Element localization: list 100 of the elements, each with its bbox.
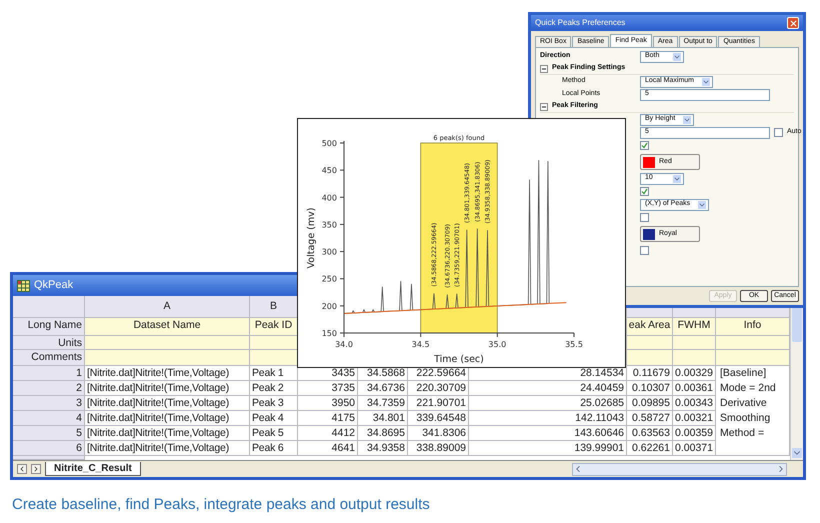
close-button[interactable] [787, 17, 799, 29]
table-cell: 0.00371 [673, 441, 716, 456]
table-cell [627, 336, 673, 350]
row-header: 2 [13, 381, 85, 396]
tick-label: 450 [322, 166, 337, 176]
table-cell: [Nitrite.dat]Nitrite!(Time,Voltage) [85, 426, 250, 441]
tick-label: 34.0 [335, 340, 353, 349]
row-header: Units [13, 336, 85, 350]
table-cell: 34.7359 [358, 396, 408, 411]
table-cell: Peak 1 [250, 366, 298, 381]
chevron-down-icon [702, 78, 710, 86]
row-header [13, 456, 85, 460]
tick-label: 500 [322, 139, 337, 148]
table-cell: 341.8306 [408, 426, 469, 441]
column-header[interactable]: A [85, 296, 250, 318]
tick-label: 250 [322, 274, 337, 284]
row-header: 4 [13, 411, 85, 426]
table-cell: 0.63563 [627, 426, 673, 441]
table-cell: 0.10307 [627, 381, 673, 396]
table-cell: [Nitrite.dat]Nitrite!(Time,Voltage) [85, 366, 250, 381]
horizontal-scrollbar[interactable] [572, 462, 787, 476]
tick-label: 35.5 [565, 340, 583, 349]
check-icon [641, 142, 648, 149]
table-cell: 338.89009 [408, 441, 469, 456]
table-cell: 339.64548 [408, 411, 469, 426]
row-header: 5 [13, 426, 85, 441]
table-cell: Peak 3 [250, 396, 298, 411]
table-cell: [Nitrite.dat]Nitrite!(Time,Voltage) [85, 441, 250, 456]
table-cell [250, 350, 298, 366]
table-cell: 4641 [298, 441, 358, 456]
table-cell: 34.8695 [358, 426, 408, 441]
tick-label: 400 [322, 193, 337, 202]
checkbox[interactable] [640, 246, 649, 255]
checkbox[interactable] [640, 141, 649, 150]
table-cell: 34.6736 [358, 381, 408, 396]
table-cell: eak Area [627, 318, 673, 336]
table-cell: Peak ID [250, 318, 298, 336]
checkbox[interactable] [640, 187, 649, 196]
table-cell [673, 350, 716, 366]
table-cell: 0.00321 [673, 411, 716, 426]
table-cell: 25.02685 [469, 396, 627, 411]
table-cell: Peak 2 [250, 381, 298, 396]
check-icon [641, 188, 648, 195]
table-cell: 0.00361 [673, 381, 716, 396]
chevron-down-icon [698, 200, 706, 208]
table-cell: 24.40459 [469, 381, 627, 396]
table-cell: 0.00343 [673, 396, 716, 411]
table-cell: 4175 [298, 411, 358, 426]
table-cell: 3735 [298, 381, 358, 396]
tick-label: 35.0 [488, 340, 506, 349]
table-cell: 4412 [298, 426, 358, 441]
tick-label: 34.5 [412, 340, 430, 349]
tick-label: 350 [322, 220, 337, 230]
table-corner [13, 296, 85, 318]
chevron-left-icon[interactable] [17, 464, 27, 474]
table-cell: 221.90701 [408, 396, 469, 411]
checkbox[interactable] [640, 213, 649, 222]
close-icon [788, 18, 798, 28]
table-cell: Peak 4 [250, 411, 298, 426]
table-cell [250, 336, 298, 350]
table-cell: [Nitrite.dat]Nitrite!(Time,Voltage) [85, 396, 250, 411]
table-cell: 0.00329 [673, 366, 716, 381]
table-cell [627, 350, 673, 366]
table-cell: 139.99901 [469, 441, 627, 456]
table-cell [673, 336, 716, 350]
table-cell: 3950 [298, 396, 358, 411]
table-cell: Peak 6 [250, 441, 298, 456]
axis-title: Time (sec) [434, 354, 484, 365]
chevron-down-icon[interactable] [792, 448, 802, 458]
table-cell: 0.09895 [627, 396, 673, 411]
window-title: Quick Peaks Preferences [535, 17, 626, 29]
table-cell: Peak 5 [250, 426, 298, 441]
table-cell: 0.11679 [627, 366, 673, 381]
tick-label: 300 [322, 248, 337, 257]
column-header[interactable]: B [250, 296, 298, 318]
table-cell: 220.30709 [408, 381, 469, 396]
row-header: 1 [13, 366, 85, 381]
table-cell: FWHM [673, 318, 716, 336]
collapse-icon[interactable] [540, 64, 548, 72]
table-cell: 0.00359 [673, 426, 716, 441]
chevron-down-icon [683, 116, 692, 124]
table-cell: [Nitrite.dat]Nitrite!(Time,Voltage) [85, 381, 250, 396]
table-cell: 0.58727 [627, 411, 673, 426]
chevron-down-icon [673, 52, 681, 60]
row-header: 6 [13, 441, 85, 456]
row-header: Long Name [13, 318, 85, 336]
table-cell: 143.60646 [469, 426, 627, 441]
row-header: 3 [13, 396, 85, 411]
table-cell: 34.801 [358, 411, 408, 426]
chevron-right-icon[interactable] [31, 464, 41, 474]
tick-label: 150 [322, 329, 337, 338]
caption: Create baseline, find Peaks, integrate peaks and output results [12, 495, 430, 515]
table-cell: Dataset Name [85, 318, 250, 336]
collapse-icon[interactable] [540, 102, 548, 110]
table-cell: Info [716, 318, 790, 336]
chevron-down-icon [673, 174, 681, 182]
axis-title: Voltage (mv) [306, 208, 317, 268]
checkbox[interactable] [774, 128, 783, 137]
sheet-tab[interactable]: Nitrite_C_Result [45, 462, 141, 476]
table-cell: 0.62261 [627, 441, 673, 456]
